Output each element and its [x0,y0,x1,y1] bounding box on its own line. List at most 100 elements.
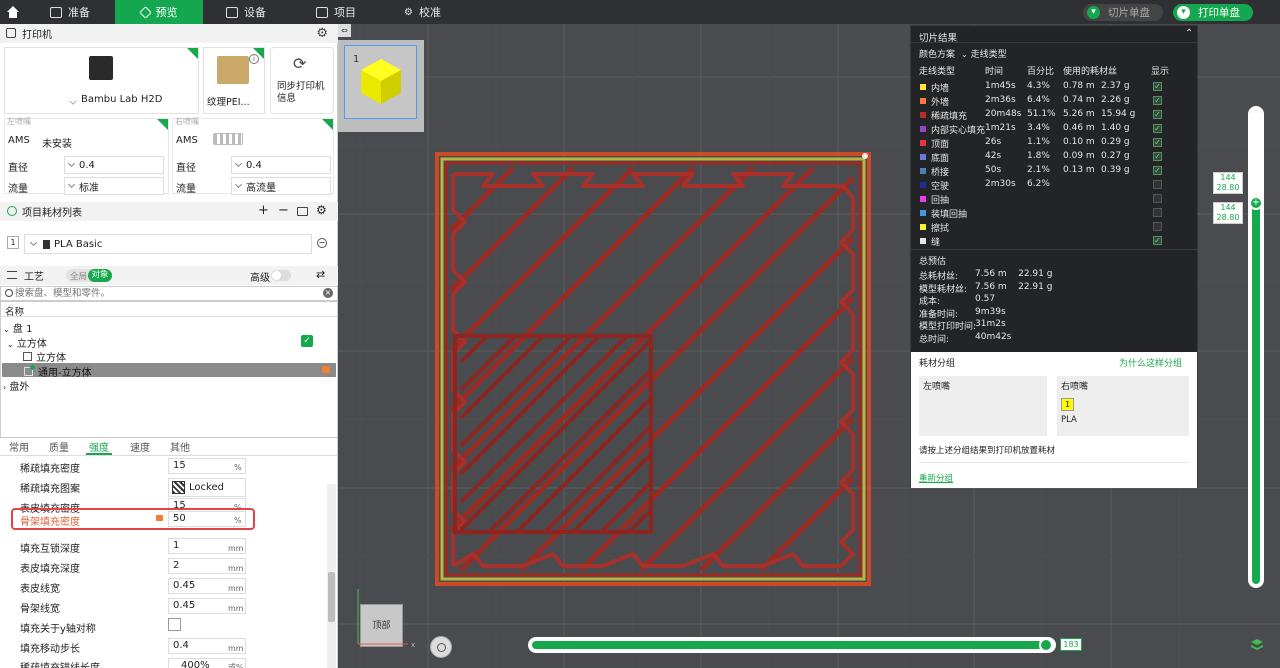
filament-settings-icon[interactable]: ⚙ [316,203,327,217]
home-button[interactable] [0,0,26,24]
sync-ams-icon[interactable] [297,207,308,216]
fit-view-button[interactable] [430,636,452,658]
filament-preset-select[interactable]: PLA Basic [24,234,312,254]
tab-preview[interactable]: 预览 [115,0,203,24]
tree-plate-1[interactable]: ⌄ 盘 1 [3,320,32,335]
right-nozzle-flow-select[interactable]: 高流量 [231,177,331,195]
feature-color-swatch [920,154,926,160]
tree-object-cube[interactable]: ⌄ 立方体 [7,335,47,350]
remove-filament-circle-icon[interactable]: − [317,238,327,248]
remove-filament-icon[interactable]: − [278,203,289,218]
sync-icon: ⟳ [293,54,307,73]
tab-project[interactable]: 项目 [316,0,360,24]
move-slider[interactable] [528,637,1056,653]
sync-printer-button[interactable]: ⟳ 同步打印机信息 [270,47,334,114]
feature-visible-checkbox[interactable]: ✓ [1153,138,1162,147]
tab-device[interactable]: 设备 [226,0,272,24]
move-slider-value: 183 [1060,638,1082,651]
left-nozzle-group: 左喷嘴 [919,376,1047,436]
tab-calibrate[interactable]: ⚙ 校准 [404,0,448,24]
printer-selector[interactable]: Bambu Lab H2D [4,47,199,114]
filament-index-swatch[interactable]: 1 [7,236,19,249]
global-object-toggle[interactable]: 全局 对象 [66,269,112,282]
feature-color-swatch [920,112,926,118]
slice-plate-button[interactable]: ▾ 切片单盘 [1083,4,1163,21]
symmetric-y-checkbox[interactable] [168,618,181,631]
home-icon [7,6,19,18]
tab-quality[interactable]: 质量 [49,439,69,454]
right-nozzle-panel: 右喷嘴 AMS 直径 0.4 流量 高流量 [172,117,334,195]
collapse-sidebar-button[interactable]: ⇔ [338,24,351,37]
pattern-icon [172,481,185,494]
tab-common[interactable]: 常用 [9,439,29,454]
advanced-toggle[interactable] [271,270,291,281]
feature-name: 内部实心填充 [931,126,986,136]
lock-icon[interactable] [322,366,330,373]
feature-time: 26s [985,137,1002,147]
feature-visible-checkbox[interactable]: ✓ [1153,124,1162,133]
filament-swatch[interactable]: 1 [1061,398,1074,411]
feature-time: 1m45s [985,81,1016,91]
regroup-link[interactable]: 重新分组 [919,472,953,484]
feature-visible-checkbox[interactable]: ✓ [1153,166,1162,175]
plate-thumbnail-1[interactable]: 1 [344,45,417,119]
left-nozzle-diameter-select[interactable]: 0.4 [64,156,164,174]
tab-speed[interactable]: 速度 [130,439,150,454]
slice-results-panel: 切片结果 ⌃ 颜色方案 ⌄ 走线类型 走线类型 时间 百分比 使用的耗材丝 显示… [910,25,1198,488]
tree-off-plate[interactable]: › 盘外 [3,378,29,393]
feature-visible-checkbox[interactable]: ✓ [1153,236,1162,245]
axis-gizmo: x [357,589,415,649]
dropdown-icon: ▾ [1087,6,1100,19]
why-grouping-link[interactable]: 为什么这样分组 [1119,356,1182,369]
add-filament-icon[interactable]: + [258,203,269,218]
feature-weight: 2.37 g [1101,81,1130,91]
feature-color-swatch [920,238,926,244]
settings-tabs: 常用 质量 强度 速度 其他 [0,438,338,456]
tree-part-cube[interactable]: 立方体 [23,349,66,364]
printer-icon [6,28,16,38]
feature-visible-checkbox[interactable] [1153,180,1162,189]
lock-icon[interactable] [156,515,163,521]
plate-type-selector[interactable]: i 纹理PEI... [203,47,265,114]
left-nozzle-flow-select[interactable]: 标准 [64,177,164,195]
tab-others[interactable]: 其他 [170,439,190,454]
print-plate-button[interactable]: ▾ 打印单盘 [1173,4,1253,21]
feature-weight: 1.40 g [1101,123,1130,133]
move-slider-thumb[interactable] [1039,638,1053,652]
feature-visible-checkbox[interactable] [1153,208,1162,217]
feature-visible-checkbox[interactable]: ✓ [1153,96,1162,105]
feature-weight: 0.39 g [1101,165,1130,175]
tab-prepare[interactable]: 准备 [40,0,100,24]
feature-visible-checkbox[interactable] [1153,222,1162,231]
sparse-infill-pattern-select[interactable]: Locked Zag [168,478,246,510]
layers-icon[interactable] [1250,638,1264,652]
compare-icon[interactable]: ⇄ [316,268,325,281]
clear-search-icon[interactable]: × [323,288,333,298]
settings-scrollbar[interactable] [327,484,336,668]
tree-row-selected[interactable]: 通用-立方体 [2,363,336,379]
feature-name: 顶面 [931,140,950,150]
feature-name: 稀疏填充 [931,112,968,122]
feature-visible-checkbox[interactable] [1153,194,1162,203]
layer-slider-thumb[interactable]: + [1249,196,1263,210]
feature-visible-checkbox[interactable]: ✓ [1153,152,1162,161]
feature-visible-checkbox[interactable]: ✓ [1153,82,1162,91]
color-scheme-select[interactable]: ⌄ 走线类型 [961,47,1007,60]
feature-visible-checkbox[interactable]: ✓ [1153,110,1162,119]
layer-slider[interactable]: + [1248,106,1264,588]
feature-color-swatch [920,210,926,216]
estimate-value: 0.57 [975,294,996,304]
object-search-bar[interactable]: × [0,286,338,301]
feature-weight: 2.26 g [1101,95,1130,105]
feature-percent: 4.3% [1027,81,1050,91]
info-icon[interactable]: i [249,54,259,64]
collapse-results-icon[interactable]: ⌃ [1185,28,1193,39]
estimate-label: 模型耗材丝: [919,284,968,295]
tab-strength[interactable]: 强度 [89,439,109,454]
settings-gear-icon[interactable]: ⚙ [316,26,328,41]
feature-length: 0.74 m [1063,95,1095,105]
right-nozzle-diameter-select[interactable]: 0.4 [231,156,331,174]
object-visible-checkbox[interactable]: ✓ [301,335,313,347]
search-input[interactable] [15,287,315,300]
chevron-down-icon [29,238,38,247]
